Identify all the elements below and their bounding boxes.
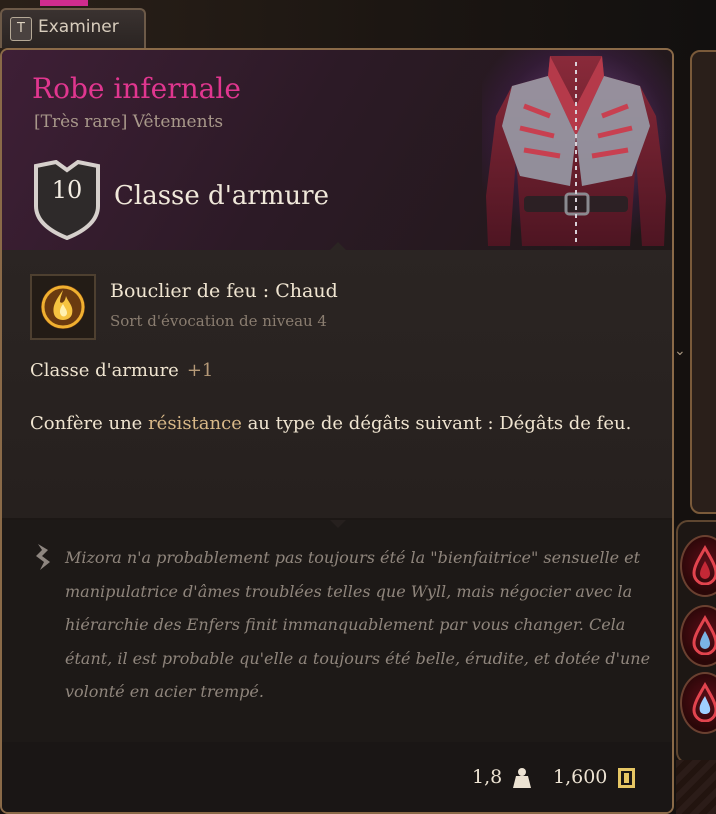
item-value: 1,600: [553, 766, 608, 788]
examine-label: Examiner: [38, 17, 119, 37]
examine-tab[interactable]: T Examiner: [0, 8, 146, 48]
description-text-start: Confère une: [30, 413, 149, 434]
chevron-down-icon[interactable]: ⌄: [674, 343, 686, 359]
background-accent: [40, 0, 88, 6]
gold-coin-icon: [618, 768, 635, 788]
divider-notch: [330, 520, 346, 528]
resistance-keyword[interactable]: résistance: [148, 413, 242, 434]
spell-level: Sort d'évocation de niveau 4: [110, 312, 327, 330]
item-tooltip: Robe infernale [Très rare] Vêtements 10 …: [0, 48, 674, 814]
armor-class-bonus: Classe d'armure +1: [30, 360, 213, 381]
item-name: Robe infernale: [32, 72, 241, 105]
description-text-end: au type de dégâts suivant : Dégâts de fe…: [241, 413, 632, 434]
armor-class-label: Classe d'armure: [114, 181, 329, 211]
weight-icon: [513, 768, 531, 788]
item-weight: 1,8: [472, 766, 503, 788]
spell-name: Bouclier de feu : Chaud: [110, 280, 338, 302]
background-side-panel: [690, 50, 716, 514]
armor-class-value: 10: [51, 176, 83, 204]
bonus-value: +1: [186, 360, 214, 381]
quill-icon: [36, 544, 50, 570]
keybind-t: T: [10, 17, 32, 41]
spell-icon-frame[interactable]: [30, 274, 96, 340]
bonus-label: Classe d'armure: [30, 360, 179, 381]
background-border-pattern: [676, 760, 716, 814]
robe-image: [486, 56, 666, 246]
item-description: Confère une résistance au type de dégâts…: [30, 407, 646, 440]
divider-notch: [330, 242, 346, 250]
lore-text: Mizora n'a probablement pas toujours été…: [65, 548, 651, 701]
fire-shield-icon: [41, 285, 85, 329]
item-rarity-type: [Très rare] Vêtements: [34, 112, 224, 132]
